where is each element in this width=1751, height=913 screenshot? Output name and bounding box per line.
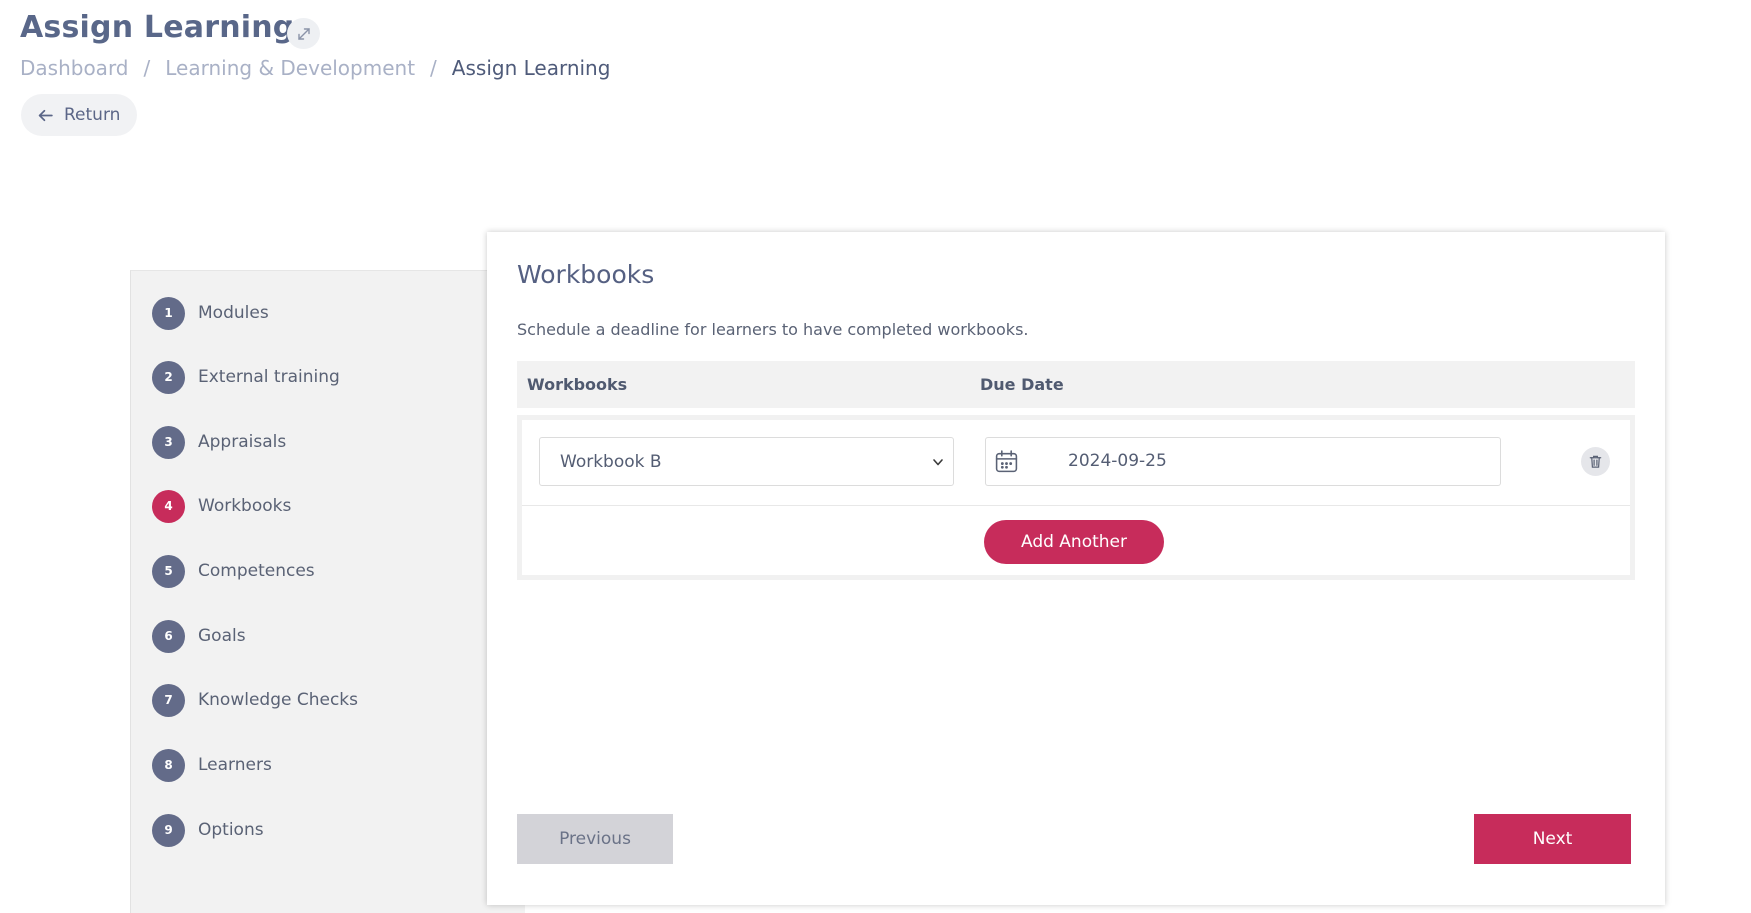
step-label: Competences (198, 561, 315, 581)
breadcrumb-separator: / (143, 56, 151, 80)
previous-button[interactable]: Previous (517, 814, 673, 864)
step-modules[interactable]: 1 Modules (152, 296, 269, 330)
step-number: 7 (152, 683, 185, 717)
step-goals[interactable]: 6 Goals (152, 619, 246, 653)
breadcrumb-current: Assign Learning (451, 56, 611, 80)
chevron-down-icon (933, 459, 943, 466)
expand-button[interactable] (287, 18, 320, 49)
arrow-left-icon (38, 109, 53, 121)
workbook-select-value: Workbook B (560, 451, 662, 472)
step-appraisals[interactable]: 3 Appraisals (152, 425, 286, 459)
return-button[interactable]: Return (21, 94, 137, 136)
step-number: 2 (152, 360, 185, 394)
due-date-value: 2024-09-25 (1068, 451, 1167, 471)
column-header-workbooks: Workbooks (527, 375, 628, 394)
trash-icon (1589, 455, 1602, 468)
step-label: External training (198, 367, 340, 387)
page-title: Assign Learning (20, 10, 295, 45)
step-sidebar: 1 Modules 2 External training 3 Appraisa… (130, 270, 525, 913)
step-number: 6 (152, 619, 185, 653)
step-label: Knowledge Checks (198, 690, 359, 710)
due-date-field[interactable]: 2024-09-25 (985, 437, 1501, 486)
delete-row-button[interactable] (1581, 447, 1610, 476)
step-number: 9 (152, 813, 185, 847)
expand-arrows-icon (297, 27, 310, 40)
step-competences[interactable]: 5 Competences (152, 554, 315, 588)
panel-description: Schedule a deadline for learners to have… (517, 320, 1029, 339)
workbook-select[interactable]: Workbook B (539, 437, 954, 486)
step-number: 5 (152, 554, 185, 588)
step-number: 4 (152, 489, 185, 523)
step-label: Appraisals (198, 432, 287, 452)
step-label: Modules (198, 303, 269, 323)
return-button-label: Return (64, 105, 121, 125)
workbook-table: Workbook B 2024-09-25 Add Another (517, 415, 1635, 580)
breadcrumb-dashboard[interactable]: Dashboard (20, 56, 129, 80)
breadcrumb-separator: / (430, 56, 437, 80)
step-label: Goals (198, 626, 246, 646)
workbooks-panel: Workbooks Schedule a deadline for learne… (487, 232, 1665, 905)
step-number: 1 (152, 296, 185, 330)
step-label: Options (198, 820, 264, 840)
step-number: 8 (152, 748, 185, 782)
step-label: Workbooks (198, 496, 292, 516)
calendar-icon (995, 450, 1018, 473)
add-another-button[interactable]: Add Another (984, 520, 1164, 564)
next-button[interactable]: Next (1474, 814, 1631, 864)
step-number: 3 (152, 425, 185, 459)
step-label: Learners (198, 755, 272, 775)
breadcrumb-learning-development[interactable]: Learning & Development (165, 56, 415, 80)
panel-title: Workbooks (517, 260, 655, 289)
step-learners[interactable]: 8 Learners (152, 748, 272, 782)
step-knowledge-checks[interactable]: 7 Knowledge Checks (152, 683, 358, 717)
step-workbooks[interactable]: 4 Workbooks (152, 489, 291, 523)
table-header: Workbooks Due Date (517, 361, 1635, 408)
step-external-training[interactable]: 2 External training (152, 360, 340, 394)
table-row: Workbook B 2024-09-25 (522, 420, 1630, 506)
column-header-due-date: Due Date (980, 375, 1064, 394)
breadcrumb: Dashboard / Learning & Development / Ass… (20, 56, 610, 80)
step-options[interactable]: 9 Options (152, 813, 264, 847)
